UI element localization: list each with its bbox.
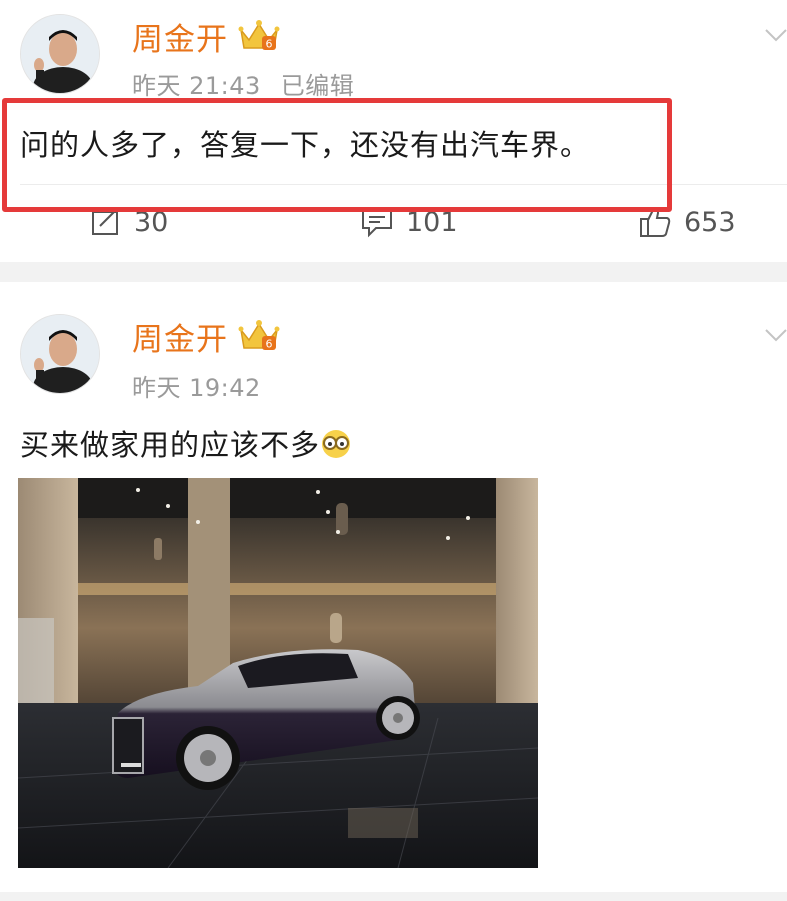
post-meta: 昨天 21:43 已编辑 xyxy=(132,66,374,101)
like-count: 653 xyxy=(684,206,736,238)
user-avatar[interactable] xyxy=(20,314,100,394)
crown-badge-icon[interactable]: 6 xyxy=(238,318,280,354)
chevron-down-icon[interactable] xyxy=(764,326,787,346)
badge-level: 6 xyxy=(266,338,273,351)
crown-badge-icon[interactable]: 6 xyxy=(238,18,280,54)
weibo-post: 周金开 6 昨天 19:42 买来做家用的应该不多 xyxy=(0,282,787,901)
post-time: 昨天 19:42 xyxy=(132,374,261,402)
post-text: 问的人多了，答复一下，还没有出汽车界。 xyxy=(20,128,591,162)
post-separator xyxy=(0,262,787,282)
divider xyxy=(20,184,787,185)
post-meta: 昨天 19:42 xyxy=(132,368,281,403)
comment-icon xyxy=(362,209,392,238)
post-text-content: 买来做家用的应该不多 xyxy=(20,428,321,462)
comment-count: 101 xyxy=(406,206,458,238)
post-image[interactable] xyxy=(18,478,538,868)
weibo-post: 周金开 6 昨天 21:43 已编辑 问的人多了，答复一下，还没有出汽车界。 30… xyxy=(0,0,787,262)
comment-button[interactable]: 101 xyxy=(360,200,458,244)
repost-button[interactable]: 30 xyxy=(90,200,168,244)
chevron-down-icon[interactable] xyxy=(764,26,787,46)
edited-label[interactable]: 已编辑 xyxy=(281,72,355,100)
repost-count: 30 xyxy=(134,206,169,238)
username[interactable]: 周金开 xyxy=(132,314,228,359)
user-avatar[interactable] xyxy=(20,14,100,94)
post-separator xyxy=(0,892,787,901)
glasses-emoji-icon xyxy=(322,430,351,458)
badge-level: 6 xyxy=(266,38,273,51)
like-button[interactable]: 653 xyxy=(638,200,736,244)
post-time: 昨天 21:43 xyxy=(132,72,261,100)
username[interactable]: 周金开 xyxy=(132,14,228,59)
thumbs-up-icon xyxy=(640,206,671,237)
post-text: 买来做家用的应该不多 xyxy=(20,422,352,464)
repost-icon xyxy=(92,209,118,235)
